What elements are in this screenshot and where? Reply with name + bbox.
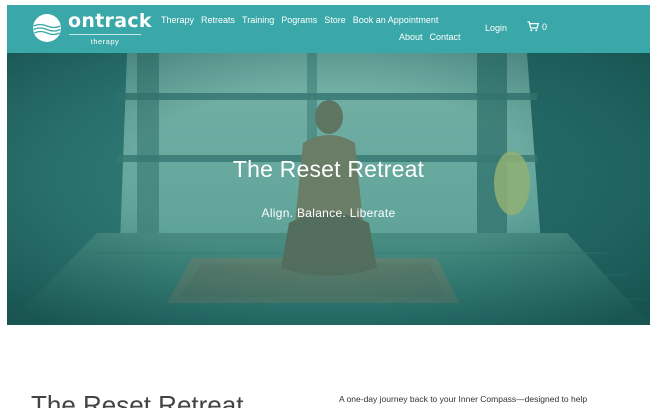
site-header: ontrack therapy Therapy Retreats Trainin… <box>7 5 650 53</box>
brand-name: ontrack <box>68 10 152 32</box>
section-title: The Reset Retreat <box>31 390 244 408</box>
brand-tagline: therapy <box>69 34 141 46</box>
nav-retreats[interactable]: Retreats <box>201 15 235 25</box>
page-frame: ontrack therapy Therapy Retreats Trainin… <box>7 5 650 408</box>
cart-count: 0 <box>542 21 548 32</box>
nav-programs[interactable]: Pograms <box>281 15 317 25</box>
brand-logo[interactable]: ontrack therapy <box>32 10 152 47</box>
hero-subtitle: Align. Balance. Liberate <box>261 206 396 220</box>
nav-therapy[interactable]: Therapy <box>161 15 194 25</box>
secondary-nav: About Contact <box>399 32 461 42</box>
cart-button[interactable]: 0 <box>527 21 547 32</box>
nav-book-appointment[interactable]: Book an Appointment <box>353 15 439 25</box>
hero-title: The Reset Retreat <box>232 156 425 182</box>
hero-banner: The Reset Retreat Align. Balance. Libera… <box>7 53 650 325</box>
nav-contact[interactable]: Contact <box>430 32 461 42</box>
nav-training[interactable]: Training <box>242 15 274 25</box>
primary-nav: Therapy Retreats Training Pograms Store … <box>161 15 438 25</box>
logo-waves-icon <box>33 14 61 42</box>
hero-background-image <box>7 53 650 325</box>
nav-store[interactable]: Store <box>324 15 346 25</box>
login-link[interactable]: Login <box>485 23 507 33</box>
cart-icon <box>527 21 539 32</box>
section-intro-text: A one-day journey back to your Inner Com… <box>339 394 588 404</box>
nav-about[interactable]: About <box>399 32 423 42</box>
